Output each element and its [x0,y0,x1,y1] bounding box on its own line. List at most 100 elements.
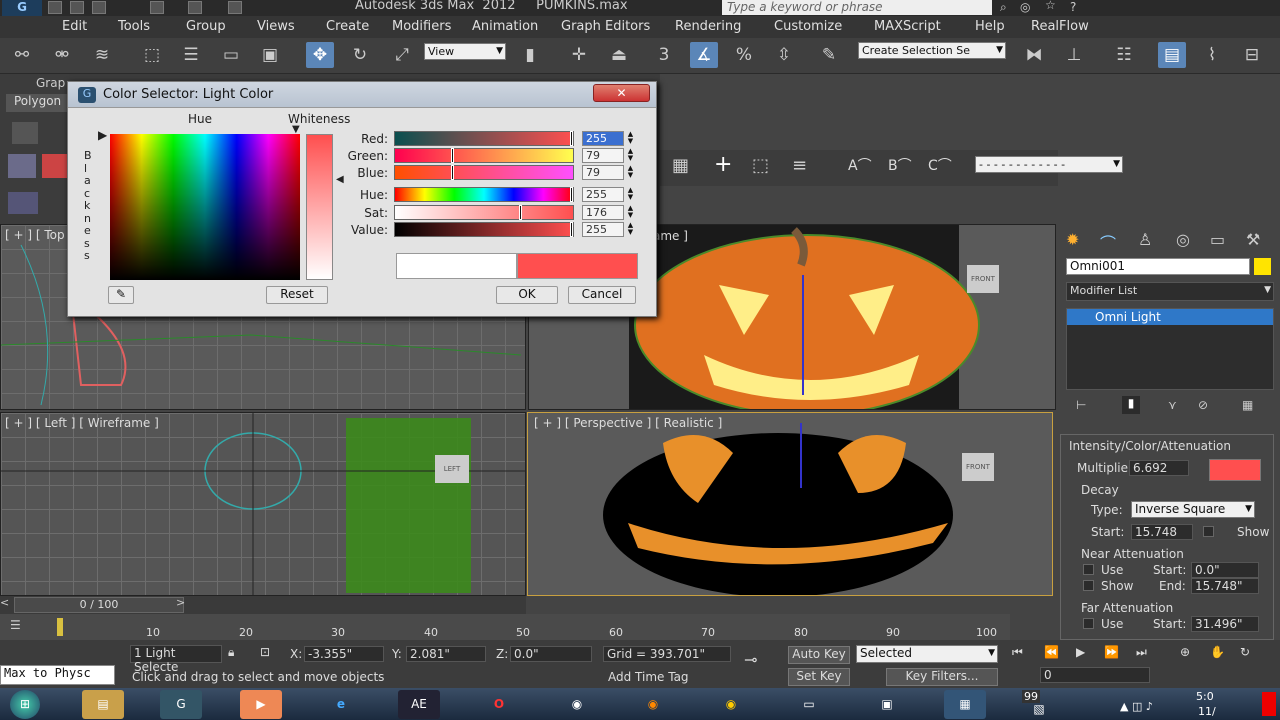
motion-tab-icon[interactable]: ◎ [1176,230,1190,249]
sat-slider-marker[interactable] [519,205,523,220]
eyedropper-button[interactable]: ✎ [108,286,134,304]
schematic-view-icon[interactable]: ⊟ [1238,42,1266,68]
explorer-icon[interactable]: ▤ [82,690,124,719]
menu-customize[interactable]: Customize [774,19,842,34]
help-icon[interactable]: ◎ [1020,0,1030,14]
ribbon-line-style-dropdown[interactable]: - - - - - - - - - - - - ▼ [975,156,1123,173]
near-end-field[interactable]: 15.748" [1191,578,1259,594]
viewport-front-label[interactable]: ame ] [653,229,688,243]
media-player-icon[interactable]: ▶ [240,690,282,719]
viewport-persp-label[interactable]: [ + ] [ Perspective ] [ Realistic ] [534,416,722,430]
menu-animation[interactable]: Animation [472,19,538,34]
viewport-top-label[interactable]: [ + ] [ Top [5,228,65,242]
manipulate-icon[interactable]: ✛ [565,42,593,68]
ribbon-tool-4-icon[interactable] [8,192,38,214]
object-color-swatch[interactable] [1254,258,1271,275]
tray-icons[interactable]: ▲ ◫ ♪ [1120,700,1153,713]
ok-button[interactable]: OK [496,286,558,304]
hue-blackness-picker[interactable] [110,134,300,280]
key-filters-button[interactable]: Key Filters... [886,668,998,686]
project-icon[interactable] [228,1,242,14]
make-unique-icon[interactable]: ⋎ [1168,398,1177,412]
goto-start-icon[interactable]: ⏮ [1012,645,1023,660]
blue-slider-marker[interactable] [450,165,454,180]
ie-icon[interactable]: e [320,690,362,719]
green-spinner[interactable]: ▲ ▼ [626,148,635,163]
spinner-snap-icon[interactable]: ⇳ [770,42,798,68]
green-slider-marker[interactable] [450,148,454,163]
viewcube-persp[interactable]: FRONT [962,453,994,481]
percent-snap-icon[interactable]: % [730,42,758,68]
value-slider-marker[interactable] [570,222,573,237]
far-start-field[interactable]: 31.496" [1191,616,1259,632]
sat-spinner[interactable]: ▲ ▼ [626,205,635,220]
viewport-perspective[interactable]: [ + ] [ Perspective ] [ Realistic ] FRON… [527,412,1053,596]
bind-space-warp-icon[interactable]: ≋ [88,42,116,68]
ribbon-tool-3-icon[interactable] [42,154,68,178]
y-coord-field[interactable]: 2.081" [406,646,486,662]
open-icon[interactable] [70,1,84,14]
play-icon[interactable]: ▶ [1076,645,1085,659]
value-slider[interactable] [394,222,574,237]
prev-frame-icon[interactable]: ⏪ [1044,645,1059,659]
app-icon[interactable]: ◉ [556,690,598,719]
viewcube-left[interactable]: LEFT [435,455,469,483]
hue-spinner[interactable]: ▲ ▼ [626,187,635,202]
pan-icon[interactable]: ✋ [1210,645,1225,659]
viewport-left[interactable]: [ + ] [ Left ] [ Wireframe ] LEFT [0,412,526,596]
modifier-list-dropdown[interactable]: Modifier List ▼ [1066,282,1274,301]
trackbar-menu-icon[interactable]: ☰ [10,618,21,632]
red-spinner[interactable]: ▲ ▼ [626,131,635,146]
decay-show-checkbox[interactable] [1203,526,1214,537]
hue-slider[interactable] [394,187,574,202]
named-selection-dropdown[interactable]: Create Selection Se ▼ [858,42,1006,59]
viewport-left-label[interactable]: [ + ] [ Left ] [ Wireframe ] [5,416,159,430]
remove-modifier-icon[interactable]: ⊘ [1198,398,1208,412]
object-name-field[interactable]: Omni001 [1066,258,1250,275]
whiteness-bar[interactable] [306,134,333,280]
star-icon[interactable]: ☆ [1045,0,1056,12]
undo-icon[interactable] [150,1,164,14]
binoculars-icon[interactable]: ⌕ [1000,0,1007,15]
trackbar[interactable]: ☰ 10 20 30 40 50 60 70 80 90 100 [0,614,1010,640]
snap-toggle-icon[interactable]: 3 [650,42,678,68]
clock[interactable]: 5:0 [1196,690,1214,703]
app3-icon[interactable]: ▣ [866,690,908,719]
select-by-name-icon[interactable]: ☰ [177,42,205,68]
configure-sets-icon[interactable]: ▦ [1242,398,1253,412]
app4-icon[interactable]: ▦ [944,690,986,719]
rotate-icon[interactable]: ↻ [346,42,374,68]
show-end-result-icon[interactable]: ▮ [1122,396,1140,414]
app5-icon[interactable]: ▧ [1018,700,1060,719]
menu-maxscript[interactable]: MAXScript [874,19,941,34]
menu-rendering[interactable]: Rendering [675,19,741,34]
graphite-ribbon-icon[interactable]: ▤ [1158,42,1186,68]
blue-slider[interactable] [394,165,574,180]
z-coord-field[interactable]: 0.0" [510,646,592,662]
value-spinner[interactable]: ▲ ▼ [626,222,635,237]
create-tab-icon[interactable]: ✹ [1066,230,1079,249]
align-icon[interactable]: ⊥ [1060,42,1088,68]
red-field[interactable]: 255 [582,131,624,146]
auto-key-button[interactable]: Auto Key [788,646,850,664]
key-mode-dropdown[interactable]: Selected ▼ [856,645,998,663]
unlink-icon[interactable]: ⚮ [48,42,76,68]
cancel-button[interactable]: Cancel [568,286,636,304]
dialog-close-button[interactable]: ✕ [593,84,650,102]
hierarchy-tab-icon[interactable]: ♙ [1138,230,1152,249]
rect-region-icon[interactable]: ▭ [217,42,245,68]
pivot-icon[interactable]: ▮ [516,42,544,68]
ribbon-tab-graphite[interactable]: Grap [36,76,65,90]
utilities-tab-icon[interactable]: ⚒ [1246,230,1260,249]
green-slider[interactable] [394,148,574,163]
show-desktop-button[interactable] [1262,692,1276,716]
reference-coord-dropdown[interactable]: View ▼ [424,43,506,60]
angle-snap-icon[interactable]: ∡ [690,42,718,68]
ribbon-c-icon[interactable]: C⌒ [928,155,952,175]
add-time-tag[interactable]: Add Time Tag [608,670,689,684]
ribbon-b-icon[interactable]: B⌒ [888,155,912,175]
keyboard-shortcut-icon[interactable]: ⏏ [605,42,633,68]
ribbon-tool-1-icon[interactable] [12,122,38,144]
curve-editor-icon[interactable]: ⌇ [1198,42,1226,68]
ribbon-tab-polygon[interactable]: Polygon [6,94,68,112]
